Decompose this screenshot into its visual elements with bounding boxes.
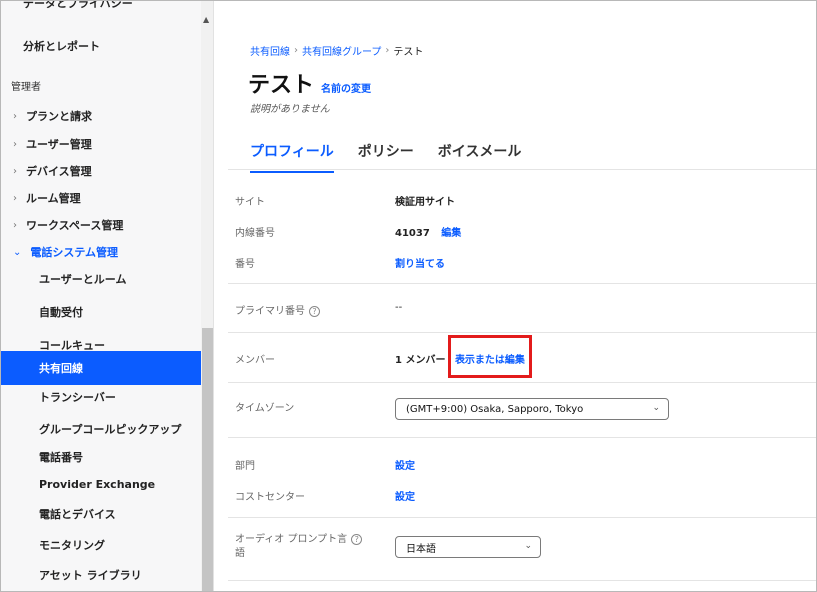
extension-edit-link[interactable]: 編集 [441,228,461,239]
sidebar-item-label: 電話システム管理 [30,246,119,259]
sidebar-subitem-monitoring[interactable]: モニタリング [1,528,201,562]
sidebar-subitem-walkie-talkie[interactable]: トランシーバー [1,380,201,414]
audio-prompt-language-select[interactable]: 日本語 ⌄ [395,536,541,558]
breadcrumb-shared-line-groups[interactable]: 共有回線グループ [302,43,381,58]
department-set-link[interactable]: 設定 [395,457,415,472]
audio-prompt-language-label-line1: オーディオ プロンプト言 [235,534,348,545]
divider [228,517,816,518]
primary-number-label-text: プライマリ番号 [235,306,305,317]
sidebar-item-label: ワークスペース管理 [26,219,124,232]
breadcrumb-shared-lines[interactable]: 共有回線 [250,43,290,58]
rename-link[interactable]: 名前の変更 [321,80,371,95]
timezone-select[interactable]: (GMT+9:00) Osaka, Sapporo, Tokyo ⌄ [395,398,669,420]
cost-center-set-link[interactable]: 設定 [395,488,415,503]
main-content: 共有回線 › 共有回線グループ › テスト テスト 名前の変更 説明がありません… [215,1,816,591]
divider [228,283,816,284]
chevron-right-icon: › [13,219,17,231]
sidebar-subitem-auto-receptionist[interactable]: 自動受付 [1,295,201,329]
chevron-right-icon: › [13,192,17,204]
number-label: 番号 [235,259,255,270]
site-value: 検証用サイト [395,197,455,208]
sidebar-section-admin: 管理者 [11,82,41,93]
extension-label: 内線番号 [235,228,275,239]
sidebar-subitem-provider-exchange[interactable]: Provider Exchange [1,467,201,501]
divider [228,437,816,438]
extension-value: 41037 [395,228,430,239]
sidebar-subitem-phones-devices[interactable]: 電話とデバイス [1,497,201,531]
tab-divider [228,169,816,170]
breadcrumb-current: テスト [393,47,424,58]
page-title: テスト [248,73,315,98]
sidebar-subitem-asset-library[interactable]: アセット ライブラリ [1,558,201,591]
sidebar-scroll-thumb[interactable] [202,328,213,591]
extension-row: 41037 編集 [395,224,461,239]
divider [228,332,816,333]
sidebar-item-label: ルーム管理 [26,192,81,205]
audio-prompt-language-label-line2: 語 [235,548,245,559]
breadcrumb-separator-icon: › [385,45,390,56]
chevron-right-icon: › [13,138,17,150]
divider [228,580,816,581]
audio-prompt-language-value: 日本語 [406,543,436,555]
sidebar: データとプライバシー 分析とレポート 管理者 › プランと請求 › ユーザー管理… [1,1,214,591]
timezone-label: タイムゾーン [235,403,295,414]
audio-prompt-language-label: オーディオ プロンプト言? 語 [235,533,363,561]
breadcrumb-separator-icon: › [294,45,298,56]
highlight-box [448,335,532,378]
sidebar-item-label: プランと請求 [26,110,92,123]
site-label: サイト [235,197,265,208]
primary-number-label: プライマリ番号? [235,302,320,317]
sidebar-subitem-users-rooms[interactable]: ユーザーとルーム [1,262,201,296]
chevron-down-icon: ⌄ [652,403,660,413]
sidebar-item-label: ユーザー管理 [26,138,92,151]
help-icon[interactable]: ? [309,305,320,317]
primary-number-value: -- [395,302,403,313]
cost-center-label: コストセンター [235,492,305,503]
divider [228,382,816,383]
page-description: 説明がありません [250,104,330,115]
window-frame: データとプライバシー 分析とレポート 管理者 › プランと請求 › ユーザー管理… [0,0,817,592]
chevron-right-icon: › [13,165,17,177]
sidebar-item-data-privacy[interactable]: データとプライバシー [23,1,133,11]
members-count: 1 メンバー [395,355,446,366]
department-label: 部門 [235,461,255,472]
chevron-down-icon: ⌄ [13,246,22,258]
chevron-right-icon: › [13,110,17,122]
help-icon[interactable]: ? [351,533,363,545]
sidebar-item-analytics-reports[interactable]: 分析とレポート [1,29,201,63]
members-label: メンバー [235,355,275,366]
scroll-up-icon[interactable]: ▲ [203,15,209,24]
sidebar-item-label: デバイス管理 [26,165,92,178]
timezone-value: (GMT+9:00) Osaka, Sapporo, Tokyo [406,403,584,415]
breadcrumb: 共有回線 › 共有回線グループ › テスト [250,43,423,58]
chevron-down-icon: ⌄ [524,541,532,551]
assign-number-link[interactable]: 割り当てる [395,255,445,270]
